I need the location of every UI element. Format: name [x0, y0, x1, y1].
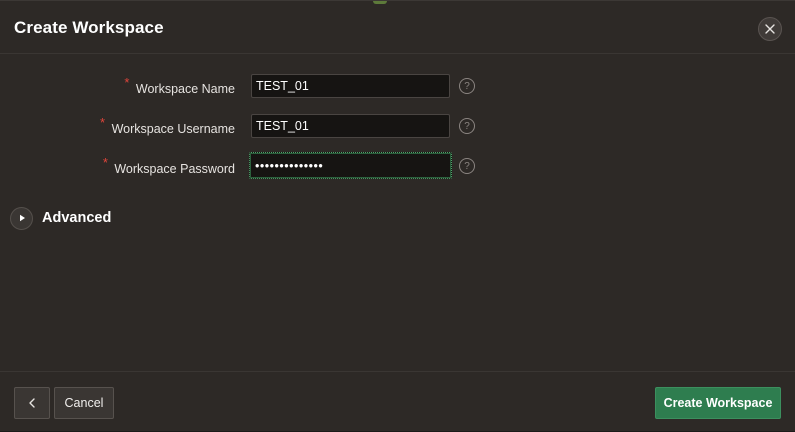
close-button[interactable] — [758, 17, 782, 41]
workspace-username-input[interactable] — [251, 114, 450, 138]
chevron-left-icon — [29, 398, 35, 408]
workspace-password-input[interactable] — [249, 152, 452, 179]
dialog-title: Create Workspace — [14, 18, 164, 37]
workspace-username-label: Workspace Username — [111, 122, 235, 136]
workspace-name-label: Workspace Name — [135, 82, 235, 96]
close-icon — [765, 24, 775, 34]
expand-toggle-button[interactable] — [10, 206, 33, 230]
dialog-footer: Cancel Create Workspace — [0, 371, 795, 432]
help-icon[interactable]: ? — [459, 78, 475, 94]
back-button[interactable] — [14, 387, 50, 419]
required-indicator: * — [100, 115, 106, 130]
workspace-password-row: * Workspace Password ? — [0, 152, 795, 180]
dialog-header: Create Workspace — [0, 1, 795, 54]
workspace-name-row: * Workspace Name ? — [0, 74, 795, 100]
required-indicator: * — [124, 75, 130, 90]
advanced-label: Advanced — [42, 210, 112, 226]
workspace-username-label-wrap: * Workspace Username — [100, 115, 235, 138]
workspace-name-label-wrap: * Workspace Name — [124, 75, 235, 98]
workspace-username-row: * Workspace Username ? — [0, 114, 795, 140]
cancel-button[interactable]: Cancel — [54, 387, 114, 419]
create-workspace-dialog: Create Workspace * Workspace Name ? * Wo… — [0, 0, 795, 431]
required-indicator: * — [102, 155, 108, 170]
triangle-right-icon — [19, 214, 25, 222]
help-icon[interactable]: ? — [459, 118, 475, 134]
workspace-password-label: Workspace Password — [114, 162, 235, 176]
help-icon[interactable]: ? — [459, 158, 475, 174]
workspace-name-input[interactable] — [251, 74, 450, 98]
create-workspace-button[interactable]: Create Workspace — [655, 387, 781, 419]
advanced-section-toggle[interactable]: Advanced — [10, 206, 111, 230]
workspace-password-label-wrap: * Workspace Password — [103, 155, 235, 178]
